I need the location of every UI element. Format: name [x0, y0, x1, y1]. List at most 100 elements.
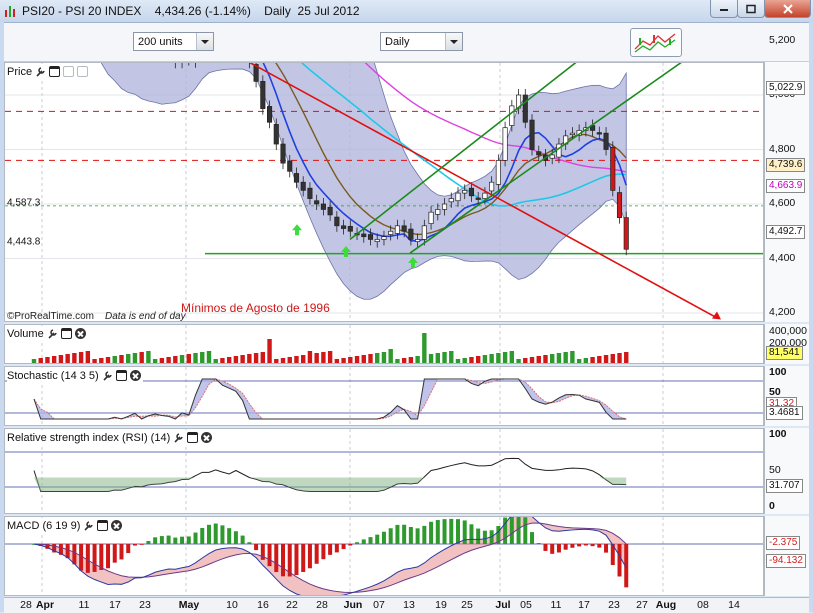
- candle: [334, 216, 340, 227]
- interval-select[interactable]: Daily: [380, 32, 463, 51]
- chevron-down-icon[interactable]: [196, 33, 213, 50]
- volume-bar: [119, 355, 124, 363]
- window-icon[interactable]: [187, 432, 199, 443]
- candle: [394, 225, 400, 234]
- rsi-panel: Relative strength index (RSI) (14): [4, 428, 764, 514]
- price-tag: 4,663.9: [766, 178, 806, 193]
- candle: [415, 239, 421, 242]
- level-label: 4,587.3: [7, 197, 41, 208]
- volume-bar: [381, 352, 387, 363]
- macd-histogram-bar: [213, 523, 218, 544]
- candle: [509, 105, 515, 126]
- wrench-icon[interactable]: [47, 328, 58, 339]
- candle: [603, 132, 609, 150]
- window-icon[interactable]: [49, 66, 61, 77]
- window-icon[interactable]: [60, 328, 72, 339]
- candle: [462, 190, 468, 194]
- x-tick-label: 11: [550, 599, 562, 611]
- x-tick-label: Apr: [35, 599, 55, 611]
- volume-bar: [146, 351, 151, 363]
- minimize-button[interactable]: [710, 0, 738, 18]
- price-tag: 4,492.7: [766, 225, 806, 240]
- wrench-icon[interactable]: [102, 370, 113, 381]
- candle: [273, 124, 279, 145]
- down-icon[interactable]: [77, 66, 89, 77]
- price-panel-title: Price: [7, 65, 33, 78]
- volume-bar: [240, 355, 245, 363]
- macd-histogram-bar: [301, 544, 306, 572]
- chevron-down-icon[interactable]: [445, 33, 462, 50]
- macd-histogram-bar: [281, 544, 286, 577]
- wrench-icon[interactable]: [173, 432, 184, 443]
- close-icon[interactable]: [129, 370, 141, 381]
- rsi-panel-title: Relative strength index (RSI) (14): [7, 431, 171, 444]
- up-icon[interactable]: [63, 66, 75, 77]
- macd-histogram-bar: [509, 517, 514, 544]
- macd-histogram-bar: [119, 544, 124, 560]
- candle: [293, 173, 300, 183]
- macd-histogram-bar: [247, 542, 252, 544]
- stochastic-panel: Stochastic (14 3 5): [4, 366, 764, 426]
- close-icon[interactable]: [74, 328, 86, 339]
- volume-bar: [321, 352, 326, 363]
- candle: [569, 132, 575, 136]
- units-select[interactable]: 200 units: [133, 32, 214, 51]
- volume-bar: [462, 358, 467, 363]
- candle: [529, 119, 535, 150]
- macd-histogram-bar: [307, 544, 312, 569]
- volume-bar: [354, 356, 360, 363]
- y-tick-label: 5,200: [769, 33, 796, 46]
- volume-bar: [51, 356, 57, 363]
- macd-histogram-bar: [240, 535, 245, 544]
- macd-histogram-bar: [193, 532, 198, 544]
- x-tick-label: 28: [316, 599, 328, 611]
- macd-histogram-bar: [334, 544, 339, 553]
- macd-histogram-bar: [355, 542, 360, 544]
- volume-chart: [31, 325, 664, 363]
- y-tick-label: 100: [769, 366, 787, 378]
- volume-bar: [624, 352, 629, 363]
- volume-bar: [455, 359, 461, 363]
- maximize-button[interactable]: [737, 0, 765, 18]
- macd-histogram-bar: [536, 543, 541, 544]
- macd-histogram-bar: [92, 544, 97, 572]
- macd-histogram-bar: [99, 544, 104, 571]
- macd-histogram-bar: [314, 544, 319, 564]
- candle: [502, 127, 508, 161]
- volume-bar: [348, 357, 353, 363]
- wrench-icon[interactable]: [35, 66, 46, 77]
- volume-bar: [31, 359, 37, 363]
- window-icon[interactable]: [115, 370, 127, 381]
- volume-bar: [469, 357, 474, 363]
- window-icon[interactable]: [97, 520, 109, 531]
- x-tick-label: 23: [139, 599, 151, 611]
- close-icon[interactable]: [201, 432, 213, 443]
- wrench-icon[interactable]: [83, 520, 94, 531]
- candle: [428, 211, 434, 224]
- volume-bar: [45, 357, 50, 363]
- volume-bar: [38, 358, 43, 363]
- macd-histogram-bar: [227, 528, 232, 544]
- candle: [475, 197, 481, 200]
- x-tick-label: 23: [608, 599, 620, 611]
- volume-bar: [166, 357, 171, 363]
- macd-histogram-bar: [328, 544, 333, 555]
- close-icon[interactable]: [111, 520, 123, 531]
- volume-bar: [442, 352, 447, 363]
- data-note-label: Data is end of day: [105, 311, 187, 322]
- volume-bar: [287, 357, 292, 363]
- chart-tools-button[interactable]: [630, 28, 682, 57]
- volume-bar: [233, 356, 239, 363]
- volume-bar: [105, 357, 111, 363]
- macd-panel-header: MACD (6 19 9): [7, 518, 125, 533]
- stochastic-panel-title: Stochastic (14 3 5): [7, 369, 99, 382]
- volume-bar: [247, 354, 252, 363]
- candle: [441, 203, 448, 210]
- macd-histogram-bar: [166, 535, 171, 544]
- macd-histogram-bar: [604, 544, 609, 553]
- close-window-button[interactable]: [764, 0, 811, 18]
- x-tick-label: 05: [520, 599, 532, 611]
- volume-bar: [610, 354, 615, 363]
- x-tick-label: 17: [109, 599, 121, 611]
- volume-value-tag: 81,541: [766, 346, 803, 360]
